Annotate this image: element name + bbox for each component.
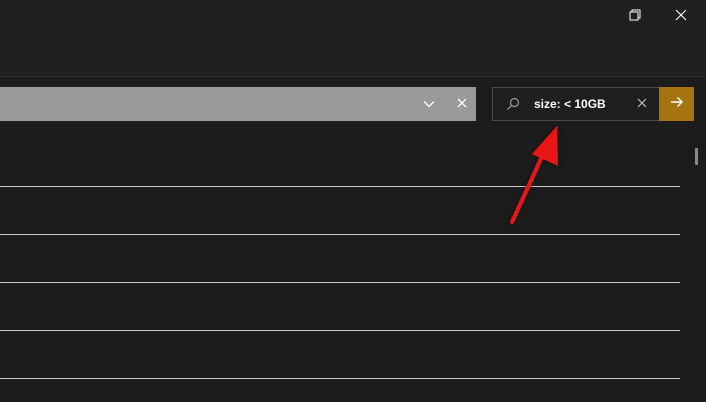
scrollbar-thumb[interactable]	[695, 148, 698, 165]
restore-button[interactable]	[612, 0, 658, 30]
address-bar[interactable]	[0, 87, 476, 121]
search-box[interactable]: size: < 10GB	[492, 87, 660, 121]
search-clear-button[interactable]	[633, 95, 651, 113]
row-divider	[0, 378, 680, 379]
close-icon	[457, 95, 467, 113]
arrow-right-icon	[670, 95, 684, 113]
close-icon	[637, 95, 647, 113]
row-divider	[0, 234, 680, 235]
address-history-dropdown[interactable]	[418, 87, 440, 121]
search-go-button[interactable]	[659, 87, 694, 121]
command-bar	[0, 32, 706, 76]
row-divider	[0, 186, 680, 187]
toolbar-divider	[0, 76, 706, 77]
row-divider	[0, 330, 680, 331]
restore-icon	[629, 9, 641, 21]
row-divider	[0, 282, 680, 283]
title-bar	[0, 0, 706, 32]
close-icon	[675, 9, 687, 21]
address-clear-button[interactable]	[451, 87, 473, 121]
close-window-button[interactable]	[658, 0, 704, 30]
chevron-down-icon	[423, 95, 435, 113]
search-input[interactable]: size: < 10GB	[534, 88, 606, 120]
search-icon	[506, 97, 520, 111]
